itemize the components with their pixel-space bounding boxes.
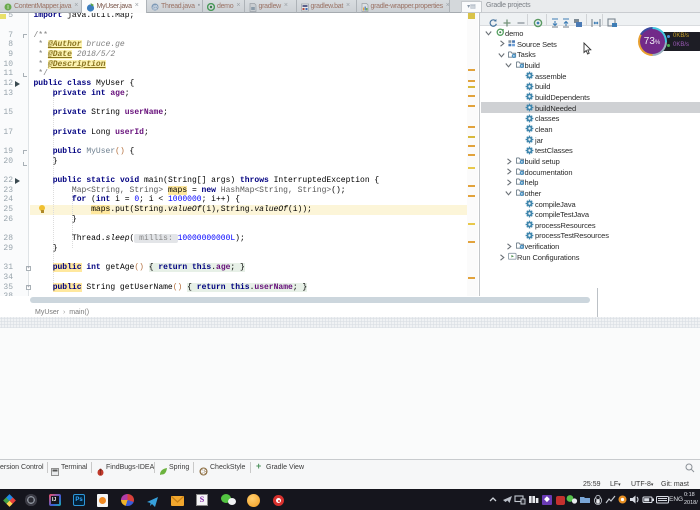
svg-text:@: @	[152, 5, 158, 11]
svg-text:CS: CS	[200, 470, 208, 476]
